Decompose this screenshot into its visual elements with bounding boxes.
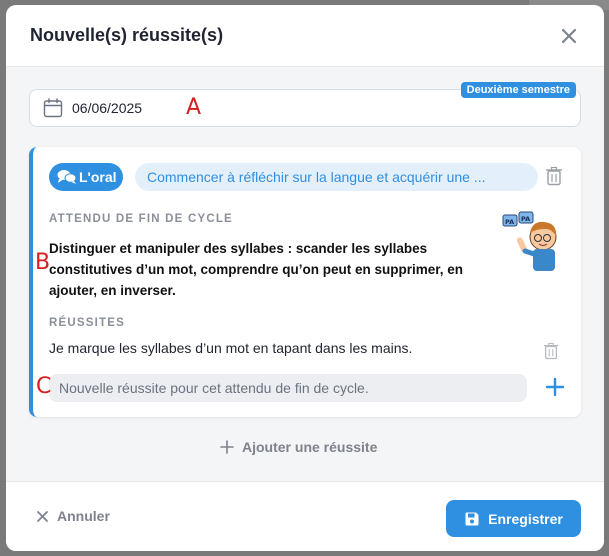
attendu-text: Distinguer et manipuler des syllabes : s… <box>49 241 464 298</box>
save-icon <box>465 512 479 525</box>
competence-chip[interactable]: Commencer à réfléchir sur la langue et a… <box>135 163 538 191</box>
save-button[interactable]: Enregistrer <box>446 500 581 537</box>
date-value: 06/06/2025 <box>72 100 143 116</box>
new-reussite-modal: Nouvelle(s) réussite(s) 06/06/2025 A Deu… <box>6 5 604 551</box>
annotation-marker-b: B <box>35 250 51 275</box>
svg-text:PA: PA <box>505 218 514 226</box>
plus-icon[interactable] <box>545 377 565 397</box>
domain-label: L'oral <box>79 169 117 185</box>
attendu-heading: ATTENDU DE FIN DE CYCLE <box>49 213 233 225</box>
save-label: Enregistrer <box>488 510 563 527</box>
new-reussite-input[interactable] <box>49 374 527 402</box>
modal-body: 06/06/2025 A Deuxième semestre L'oral Co… <box>6 67 604 481</box>
close-icon[interactable] <box>560 27 578 45</box>
reussites-heading: RÉUSSITES <box>49 317 125 329</box>
add-reussite-button[interactable]: Ajouter une réussite <box>220 439 377 455</box>
child-illustration: PA PA <box>502 211 557 271</box>
close-icon <box>37 510 48 522</box>
trash-icon[interactable] <box>545 166 563 186</box>
calendar-icon <box>43 98 63 118</box>
attendu-card: L'oral Commencer à réfléchir sur la lang… <box>29 147 581 417</box>
annotation-marker-a: A <box>186 95 202 120</box>
modal-title: Nouvelle(s) réussite(s) <box>30 25 224 45</box>
reussite-item[interactable]: Je marque les syllabes d’un mot en tapan… <box>49 340 412 356</box>
add-reussite-label: Ajouter une réussite <box>242 439 378 455</box>
domain-chip[interactable]: L'oral <box>49 163 123 191</box>
semester-badge: Deuxième semestre <box>460 82 576 98</box>
modal-header: Nouvelle(s) réussite(s) <box>6 5 604 67</box>
trash-icon[interactable] <box>543 342 559 360</box>
cancel-label: Annuler <box>57 508 110 524</box>
chat-bubbles-icon <box>57 170 77 184</box>
plus-icon <box>220 440 234 454</box>
svg-text:PA: PA <box>521 215 530 223</box>
modal-footer: Annuler Enregistrer <box>6 481 604 551</box>
annotation-marker-c: C <box>36 374 52 399</box>
cancel-button[interactable]: Annuler <box>36 508 110 524</box>
